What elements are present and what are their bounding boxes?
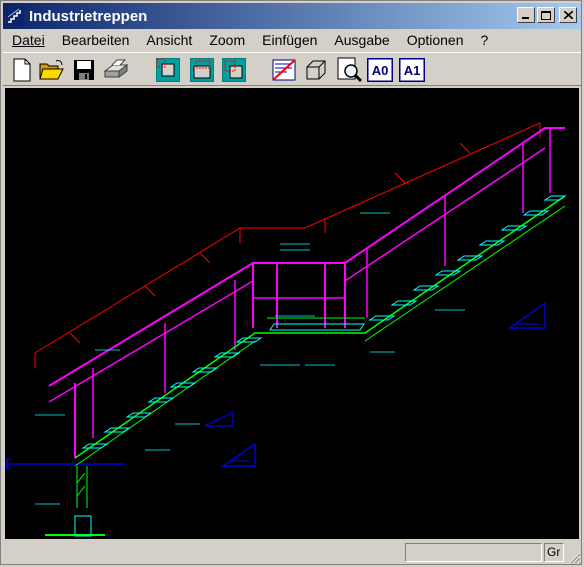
format-a0-label: A0 <box>372 63 389 78</box>
close-button[interactable] <box>559 7 577 23</box>
minimize-button[interactable] <box>517 7 535 23</box>
toolbar: A0 A1 <box>3 52 581 86</box>
view-select-1-icon <box>156 58 180 82</box>
3d-box-button[interactable] <box>303 57 329 83</box>
view-select-3-button[interactable] <box>221 57 247 83</box>
close-icon <box>563 11 573 19</box>
view-select-2-button[interactable] <box>189 57 215 83</box>
menu-zoom[interactable]: Zoom <box>200 32 253 48</box>
print-icon <box>103 59 129 78</box>
window-title: Industrietreppen <box>29 7 148 25</box>
format-a0-icon: A0 <box>367 58 393 82</box>
title-bar: Industrietreppen <box>3 3 581 29</box>
open-folder-button[interactable] <box>39 57 65 83</box>
status-bar: Gr <box>3 541 581 564</box>
new-file-button[interactable] <box>9 57 35 83</box>
print-button[interactable] <box>103 57 129 83</box>
menu-bearbeiten[interactable]: Bearbeiten <box>53 32 138 48</box>
drawing-canvas[interactable] <box>5 88 579 539</box>
new-file-icon <box>13 58 31 82</box>
menu-datei[interactable]: Datei <box>3 32 53 48</box>
open-folder-icon <box>39 60 64 80</box>
status-field-2: Gr <box>544 543 564 562</box>
crossed-drawing-icon <box>272 59 296 81</box>
save-disk-icon <box>74 60 94 80</box>
maximize-icon <box>541 10 551 20</box>
save-button[interactable] <box>71 57 97 83</box>
format-a1-icon: A1 <box>399 58 425 82</box>
view-select-3-icon <box>222 58 246 82</box>
app-window: Industrietreppen Datei Bearbeiten Ansich… <box>0 0 582 565</box>
maximize-button[interactable] <box>537 7 555 23</box>
staircase-drawing <box>5 122 567 537</box>
menu-ansicht[interactable]: Ansicht <box>137 32 200 48</box>
menu-einfuegen[interactable]: Einfügen <box>253 32 325 48</box>
crossed-drawing-button[interactable] <box>271 57 297 83</box>
3d-box-icon <box>306 60 326 80</box>
app-stairs-icon <box>6 7 24 25</box>
menu-optionen[interactable]: Optionen <box>398 32 472 48</box>
status-field-1 <box>405 543 542 562</box>
menu-ausgabe[interactable]: Ausgabe <box>325 32 397 48</box>
resize-grip-icon[interactable] <box>567 550 581 564</box>
zoom-preview-button[interactable] <box>337 57 363 83</box>
format-a1-button[interactable]: A1 <box>399 57 425 83</box>
zoom-preview-icon <box>337 57 363 83</box>
menu-bar: Datei Bearbeiten Ansicht Zoom Einfügen A… <box>3 30 581 50</box>
view-select-2-icon <box>190 58 214 82</box>
format-a0-button[interactable]: A0 <box>367 57 393 83</box>
menu-help[interactable]: ? <box>472 32 497 48</box>
view-select-1-button[interactable] <box>155 57 181 83</box>
format-a1-label: A1 <box>404 63 421 78</box>
minimize-icon <box>522 17 529 19</box>
